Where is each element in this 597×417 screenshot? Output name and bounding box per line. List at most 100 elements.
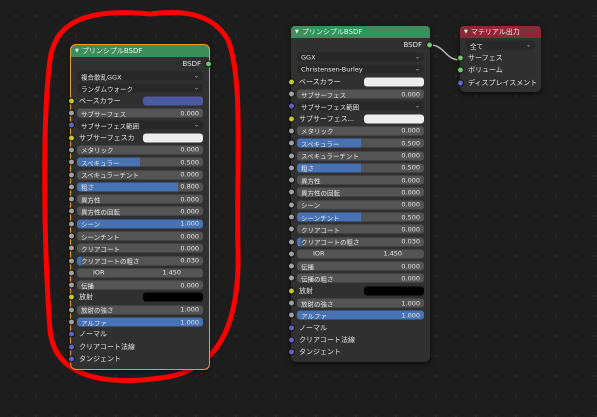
socket-icon[interactable] — [68, 158, 75, 166]
socket-icon[interactable] — [68, 281, 75, 289]
value-slider[interactable]: スペキュラー 0.500 — [77, 157, 203, 167]
value-slider[interactable]: サブサーフェス 0.000 — [77, 108, 203, 118]
socket-icon[interactable] — [288, 176, 295, 184]
socket-icon[interactable] — [68, 207, 75, 215]
socket-icon[interactable] — [68, 343, 75, 351]
socket-icon[interactable] — [68, 355, 75, 363]
value-slider[interactable]: シーン 1.000 — [77, 219, 203, 229]
node-header[interactable]: ▼ プリンシプルBSDF — [291, 26, 430, 38]
socket-icon[interactable] — [457, 66, 464, 74]
value-slider[interactable]: スペキュラーチント 0.000 — [297, 151, 424, 161]
socket-icon[interactable] — [288, 164, 295, 172]
value-slider[interactable]: シーン 0.000 — [297, 200, 424, 210]
value-slider[interactable]: 放射の強さ 1.000 — [77, 305, 203, 315]
socket-icon[interactable] — [288, 201, 295, 209]
socket-icon[interactable] — [426, 41, 433, 48]
socket-icon[interactable] — [68, 183, 75, 191]
socket-icon[interactable] — [68, 121, 75, 129]
principled-bsdf-node-1[interactable]: ▼ プリンシプルBSDF BSDF 複合散乱GGX ⌄ ランダムウォーク ⌄ ベースカラー サブ… — [68, 43, 212, 371]
value-slider[interactable]: シーンチント 0.000 — [77, 231, 203, 241]
value-slider[interactable]: クリアコート 0.000 — [77, 243, 203, 253]
color-swatch[interactable] — [143, 96, 203, 106]
node-header[interactable]: ▼ プリンシプルBSDF — [71, 45, 209, 57]
socket-icon[interactable] — [288, 127, 295, 135]
socket-icon[interactable] — [288, 299, 295, 307]
socket-icon[interactable] — [288, 115, 295, 123]
color-swatch[interactable] — [364, 114, 424, 124]
socket-icon[interactable] — [68, 232, 75, 240]
socket-icon[interactable] — [205, 60, 212, 67]
value-slider[interactable]: クリアコートの粗さ 0.030 — [77, 256, 203, 266]
socket-icon[interactable] — [288, 78, 295, 86]
vector-dropdown[interactable]: サブサーフェス範囲 ⌄ — [77, 120, 203, 130]
socket-icon[interactable] — [288, 213, 295, 221]
color-swatch[interactable] — [143, 292, 203, 302]
collapse-icon[interactable]: ▼ — [75, 48, 79, 54]
socket-icon[interactable] — [68, 195, 75, 203]
socket-icon[interactable] — [288, 287, 295, 295]
socket-icon[interactable] — [288, 238, 295, 246]
value-slider[interactable]: 伝播 0.000 — [297, 261, 424, 271]
distribution-dropdown[interactable]: 複合散乱GGX ⌄ — [77, 71, 203, 81]
value-slider[interactable]: クリアコートの粗さ 0.030 — [297, 237, 424, 247]
collapse-icon[interactable]: ▼ — [464, 29, 468, 35]
value-slider[interactable]: 異方性 0.000 — [77, 194, 203, 204]
socket-icon[interactable] — [288, 324, 295, 332]
socket-icon[interactable] — [68, 306, 75, 314]
value-slider[interactable]: アルファ 1.000 — [297, 310, 424, 320]
target-dropdown[interactable]: 全て ⌄ — [466, 40, 535, 50]
socket-icon[interactable] — [457, 54, 464, 62]
node-header[interactable]: ▼ マテリアル出力 — [460, 26, 541, 38]
value-slider[interactable]: IOR 1.450 — [297, 249, 424, 259]
color-swatch[interactable] — [364, 77, 424, 87]
value-slider[interactable]: メタリック 0.000 — [77, 145, 203, 155]
value-slider[interactable]: 粗さ 0.500 — [297, 163, 424, 173]
socket-icon[interactable] — [68, 269, 75, 277]
socket-icon[interactable] — [68, 318, 75, 326]
value-slider[interactable]: 伝播の粗さ 0.000 — [297, 273, 424, 283]
collapse-icon[interactable]: ▼ — [295, 29, 299, 35]
socket-icon[interactable] — [68, 330, 75, 338]
value-slider[interactable]: クリアコート 0.000 — [297, 224, 424, 234]
socket-icon[interactable] — [68, 134, 75, 142]
value-slider[interactable]: 異方性の回転 0.000 — [297, 187, 424, 197]
socket-icon[interactable] — [68, 97, 75, 105]
principled-bsdf-node-2[interactable]: ▼ プリンシプルBSDF BSDF GGX ⌄ Christensen-Burley ⌄ ベー… — [288, 26, 433, 363]
socket-icon[interactable] — [288, 90, 295, 98]
value-slider[interactable]: 伝播 0.000 — [77, 280, 203, 290]
socket-icon[interactable] — [68, 220, 75, 228]
socket-icon[interactable] — [68, 244, 75, 252]
value-slider[interactable]: スペキュラーチント 0.000 — [77, 170, 203, 180]
subsurface-method-dropdown[interactable]: Christensen-Burley ⌄ — [297, 64, 424, 74]
socket-icon[interactable] — [288, 274, 295, 282]
value-slider[interactable]: スペキュラー 0.500 — [297, 138, 424, 148]
value-slider[interactable]: IOR 1.450 — [77, 268, 203, 278]
socket-icon[interactable] — [68, 146, 75, 154]
color-swatch[interactable] — [364, 286, 424, 296]
socket-icon[interactable] — [457, 79, 464, 87]
value-slider[interactable]: シーンチント 0.500 — [297, 212, 424, 222]
socket-icon[interactable] — [288, 102, 295, 110]
distribution-dropdown[interactable]: GGX ⌄ — [297, 52, 424, 62]
socket-icon[interactable] — [288, 188, 295, 196]
value-slider[interactable]: アルファ 1.000 — [77, 317, 203, 327]
socket-icon[interactable] — [288, 311, 295, 319]
socket-icon[interactable] — [288, 225, 295, 233]
value-slider[interactable]: サブサーフェス 0.000 — [297, 89, 424, 99]
subsurface-method-dropdown[interactable]: ランダムウォーク ⌄ — [77, 83, 203, 93]
socket-icon[interactable] — [68, 171, 75, 179]
socket-icon[interactable] — [288, 348, 295, 356]
value-slider[interactable]: 異方性 0.000 — [297, 175, 424, 185]
value-slider[interactable]: 放射の強さ 1.000 — [297, 298, 424, 308]
socket-icon[interactable] — [288, 139, 295, 147]
socket-icon[interactable] — [68, 109, 75, 117]
value-slider[interactable]: 粗さ 0.800 — [77, 182, 203, 192]
value-slider[interactable]: 異方性の回転 0.000 — [77, 206, 203, 216]
value-slider[interactable]: メタリック 0.000 — [297, 126, 424, 136]
socket-icon[interactable] — [288, 152, 295, 160]
socket-icon[interactable] — [68, 293, 75, 301]
color-swatch[interactable] — [143, 133, 203, 143]
socket-icon[interactable] — [288, 262, 295, 270]
socket-icon[interactable] — [68, 257, 75, 265]
material-output-node[interactable]: ▼ マテリアル出力 全て ⌄ サーフェス ボリューム ディスプレイスメント — [457, 26, 541, 92]
